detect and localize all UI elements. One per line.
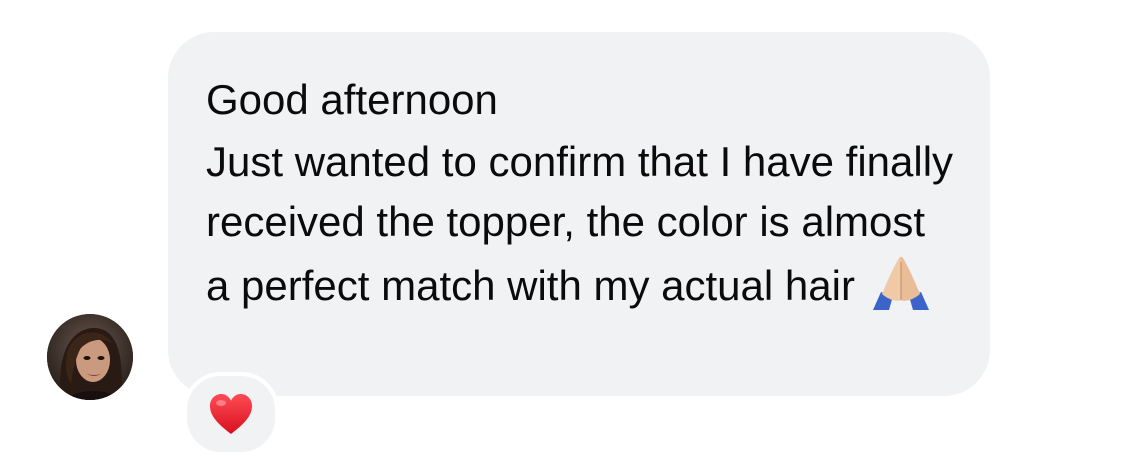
message-text: Just wanted to confirm that I have final… [206,132,956,316]
sender-avatar[interactable] [47,314,133,400]
avatar-photo [47,314,133,400]
message-greeting: Good afternoon [206,76,498,123]
message-body: Just wanted to confirm that I have final… [206,138,954,309]
reaction-badge[interactable] [183,372,279,456]
praying-hands-icon [869,252,933,312]
red-heart-icon [210,394,252,434]
message-bubble[interactable]: Good afternoon Just wanted to confirm th… [168,32,990,396]
